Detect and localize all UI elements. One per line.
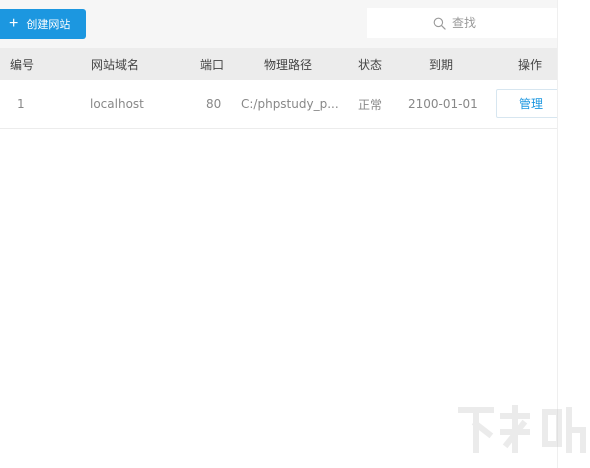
column-header-action: 操作 <box>518 57 543 72</box>
column-header-domain: 网站域名 <box>91 57 140 72</box>
site-port: 80 <box>206 97 222 111</box>
manage-button[interactable]: 管理 <box>496 89 557 118</box>
toolbar: + 创建网站 <box>0 0 557 48</box>
search-input[interactable] <box>452 16 542 30</box>
site-list-panel: + 创建网站 编号 网站域名 端口 物理路径 状态 到期 操作 1 localh… <box>0 0 558 468</box>
site-path: C:/phpstudy_p... <box>241 97 339 111</box>
watermark-logo <box>458 405 586 453</box>
create-site-button[interactable]: + 创建网站 <box>0 9 86 39</box>
table-row: 1 localhost 80 C:/phpstudy_p... 正常 2100-… <box>0 80 557 129</box>
panel-clip: + 创建网站 编号 网站域名 端口 物理路径 状态 到期 操作 1 localh… <box>0 0 557 468</box>
create-site-label: 创建网站 <box>26 19 71 31</box>
site-expires: 2100-01-01 <box>408 97 478 111</box>
column-header-path: 物理路径 <box>264 57 313 72</box>
search-box[interactable] <box>367 8 557 38</box>
column-header-id: 编号 <box>10 57 35 72</box>
site-status: 正常 <box>358 97 383 112</box>
column-header-status: 状态 <box>358 57 383 72</box>
column-header-expires: 到期 <box>429 57 454 72</box>
table-header: 编号 网站域名 端口 物理路径 状态 到期 操作 <box>0 48 557 80</box>
site-id: 1 <box>17 97 25 111</box>
plus-icon: + <box>9 15 19 32</box>
site-domain: localhost <box>90 97 144 111</box>
column-header-port: 端口 <box>200 57 225 72</box>
search-icon <box>433 17 446 30</box>
